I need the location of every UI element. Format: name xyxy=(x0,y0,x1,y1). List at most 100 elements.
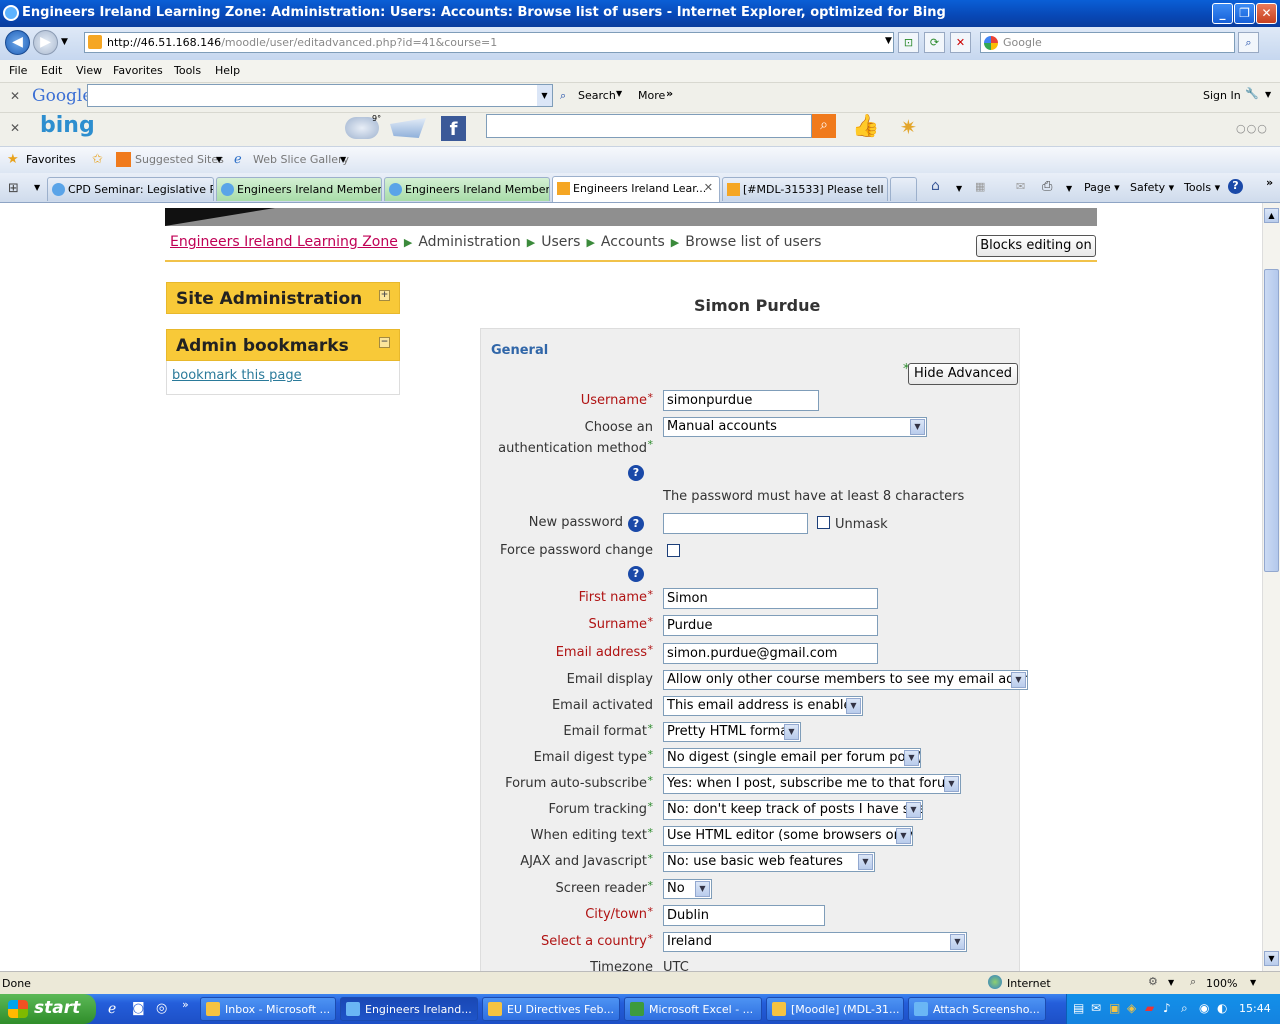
print-dropdown-icon[interactable]: ▼ xyxy=(1066,184,1072,193)
ajax-select[interactable]: No: use basic web features ▼ xyxy=(663,852,875,872)
tab-engineers-members-2[interactable]: Engineers Ireland Members... xyxy=(384,177,550,201)
quick-tabs-icon[interactable]: ⊞ xyxy=(8,181,19,196)
tracking-select[interactable]: No: don't keep track of posts I have see… xyxy=(663,800,923,820)
tray-search-icon[interactable]: ⌕ xyxy=(1181,1001,1188,1016)
home-dropdown-icon[interactable]: ▼ xyxy=(956,184,962,193)
favorites-button[interactable]: Favorites xyxy=(26,153,76,166)
close-toolbar-icon[interactable]: ✕ xyxy=(10,89,20,103)
blocks-editing-button[interactable]: Blocks editing on xyxy=(976,235,1096,257)
tab-cpd-seminar[interactable]: CPD Seminar: Legislative R... xyxy=(47,177,214,201)
email-display-select[interactable]: Allow only other course members to see m… xyxy=(663,670,1028,690)
task-inbox[interactable]: Inbox - Microsoft ... xyxy=(200,997,336,1021)
task-eu-directives[interactable]: EU Directives Feb... xyxy=(482,997,620,1021)
url-field[interactable]: http://46.51.168.146/moodle/user/editadv… xyxy=(84,32,894,53)
menu-tools[interactable]: Tools xyxy=(174,64,201,77)
new-tab-button[interactable] xyxy=(890,177,917,201)
username-input[interactable]: simonpurdue xyxy=(663,390,819,411)
sign-in-link[interactable]: Sign In xyxy=(1203,89,1241,102)
compatibility-view-icon[interactable]: ⊡ xyxy=(898,32,919,53)
minimize-button[interactable]: _ xyxy=(1212,3,1233,24)
task-excel[interactable]: Microsoft Excel - ... xyxy=(624,997,762,1021)
site-administration-block-header[interactable]: Site Administration + xyxy=(166,282,400,314)
suggested-sites-link[interactable]: Suggested Sites xyxy=(135,153,224,166)
hide-advanced-button[interactable]: Hide Advanced xyxy=(908,363,1018,385)
screenreader-select[interactable]: No ▼ xyxy=(663,879,712,899)
search-box[interactable]: Google xyxy=(980,32,1235,53)
tray-network-icon[interactable]: ▤ xyxy=(1073,1001,1084,1015)
tray-mail-icon[interactable]: ✉ xyxy=(1091,1001,1101,1015)
bing-search-input[interactable] xyxy=(486,114,812,138)
auth-select[interactable]: Manual accounts ▼ xyxy=(663,417,927,437)
close-tab-icon[interactable]: ✕ xyxy=(704,181,713,194)
tray-acrobat-icon[interactable]: ▰ xyxy=(1145,1001,1154,1015)
email-activated-select[interactable]: This email address is enabled ▼ xyxy=(663,696,863,716)
page-menu[interactable]: Page ▾ xyxy=(1084,181,1120,194)
tray-folder-icon[interactable]: ▣ xyxy=(1109,1001,1120,1015)
breadcrumb-accounts[interactable]: Accounts xyxy=(601,234,665,250)
bing-search-button-icon[interactable]: ⌕ xyxy=(812,114,836,138)
protected-dropdown-icon[interactable]: ▼ xyxy=(1168,978,1174,987)
window-title-bar[interactable]: Engineers Ireland Learning Zone: Adminis… xyxy=(0,0,1280,27)
breadcrumb-home-link[interactable]: Engineers Ireland Learning Zone xyxy=(170,234,398,250)
unmask-checkbox[interactable] xyxy=(817,516,830,529)
outlook-quicklaunch-icon[interactable]: ◎ xyxy=(156,1001,167,1016)
expand-icon[interactable]: + xyxy=(379,290,390,301)
recent-pages-dropdown[interactable]: ▼ xyxy=(61,37,68,47)
menu-help[interactable]: Help xyxy=(215,64,240,77)
new-password-input[interactable] xyxy=(663,513,808,534)
google-search-input[interactable] xyxy=(87,84,553,107)
suggested-dropdown-icon[interactable]: ▼ xyxy=(216,155,222,164)
back-button[interactable]: ◀ xyxy=(5,30,30,55)
print-icon[interactable]: ⎙ xyxy=(1042,179,1052,194)
toolbar-options-icon[interactable]: ○○○ xyxy=(1236,122,1268,135)
ie-quicklaunch-icon[interactable]: ℯ xyxy=(108,1001,116,1017)
more-button[interactable]: More xyxy=(638,89,665,102)
security-zone[interactable]: Internet xyxy=(1007,977,1051,990)
scroll-down-icon[interactable]: ▼ xyxy=(1264,951,1279,966)
force-password-checkbox[interactable] xyxy=(667,544,680,557)
quicklaunch-more-icon[interactable]: » xyxy=(182,998,189,1011)
country-select[interactable]: Ireland ▼ xyxy=(663,932,967,952)
clock[interactable]: 15:44 xyxy=(1239,1002,1271,1015)
tray-audio-icon[interactable]: ♪ xyxy=(1163,1001,1171,1015)
forward-button[interactable]: ▶ xyxy=(33,30,58,55)
close-toolbar-icon[interactable]: ✕ xyxy=(10,121,20,135)
read-mail-icon[interactable]: ✉ xyxy=(1016,180,1025,193)
scroll-thumb[interactable] xyxy=(1264,269,1279,572)
search-go-icon[interactable]: ⌕ xyxy=(1238,32,1259,53)
start-button[interactable]: start xyxy=(0,994,96,1024)
stop-icon[interactable]: ✕ xyxy=(950,32,971,53)
tools-menu[interactable]: Tools ▾ xyxy=(1184,181,1220,194)
show-desktop-icon[interactable]: ◙ xyxy=(132,1001,145,1016)
collapse-icon[interactable]: − xyxy=(379,337,390,348)
menu-favorites[interactable]: Favorites xyxy=(113,64,163,77)
autosub-select[interactable]: Yes: when I post, subscribe me to that f… xyxy=(663,774,961,794)
facebook-icon[interactable]: f xyxy=(441,116,466,141)
task-attach-screenshot[interactable]: Attach Screensho... xyxy=(908,997,1046,1021)
task-moodle-mdl[interactable]: [Moodle] (MDL-31... xyxy=(766,997,904,1021)
menu-file[interactable]: File xyxy=(9,64,27,77)
tray-security-icon[interactable]: ◈ xyxy=(1127,1001,1136,1015)
tray-display-icon[interactable]: ◐ xyxy=(1217,1001,1227,1015)
tray-update-icon[interactable]: ◉ xyxy=(1199,1001,1209,1015)
safety-menu[interactable]: Safety ▾ xyxy=(1130,181,1174,194)
editing-select[interactable]: Use HTML editor (some browsers only) ▼ xyxy=(663,826,913,846)
tab-engineers-learning[interactable]: Engineers Ireland Lear... ✕ xyxy=(552,176,720,202)
firstname-input[interactable]: Simon xyxy=(663,588,878,609)
menu-edit[interactable]: Edit xyxy=(41,64,62,77)
home-icon[interactable]: ⌂ xyxy=(931,178,940,194)
add-favorite-icon[interactable]: ✩ xyxy=(92,152,103,167)
task-engineers-ireland[interactable]: Engineers Ireland... xyxy=(340,997,478,1021)
force-password-help-icon[interactable]: ? xyxy=(628,566,644,582)
web-slice-gallery-link[interactable]: Web Slice Gallery xyxy=(253,153,349,166)
feeds-icon[interactable]: ▦ xyxy=(975,180,985,193)
google-search-button[interactable]: Search xyxy=(578,89,616,102)
auth-help-icon[interactable]: ? xyxy=(628,465,644,481)
tab-list-dropdown-icon[interactable]: ▼ xyxy=(34,183,40,192)
tab-mdl-31533[interactable]: [#MDL-31533] Please tell ... xyxy=(722,177,888,201)
help-icon[interactable]: ? xyxy=(1228,179,1243,194)
breadcrumb-administration[interactable]: Administration xyxy=(418,234,520,250)
bookmark-page-link[interactable]: bookmark this page xyxy=(172,368,302,383)
protected-mode-icon[interactable]: ⚙ xyxy=(1148,975,1158,988)
digest-select[interactable]: No digest (single email per forum post) ▼ xyxy=(663,748,921,768)
